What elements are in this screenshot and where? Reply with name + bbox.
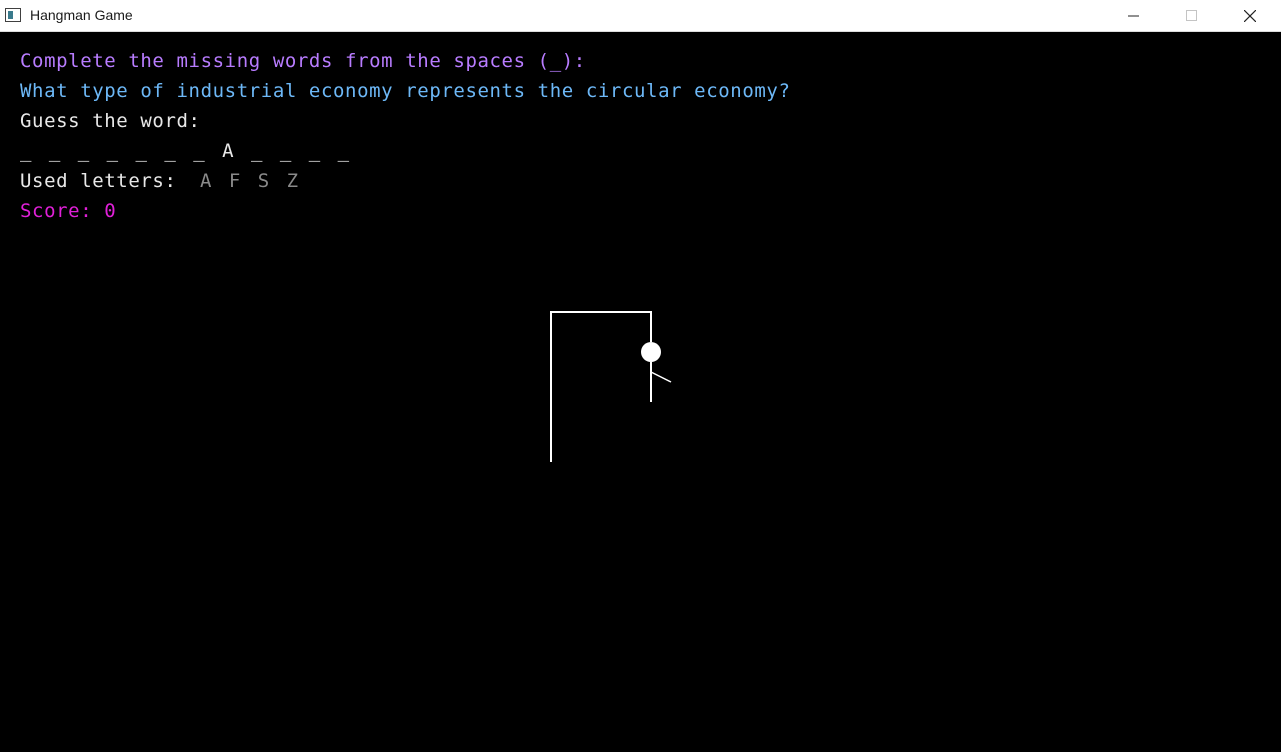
hangman-head (641, 342, 661, 362)
maximize-icon (1186, 10, 1197, 21)
minimize-button[interactable] (1105, 0, 1163, 32)
game-canvas[interactable]: Complete the missing words from the spac… (0, 32, 1281, 752)
window-title: Hangman Game (30, 7, 133, 23)
hangman-drawing (550, 311, 672, 462)
hangman-arm (650, 371, 672, 383)
close-icon (1244, 10, 1256, 22)
minimize-icon (1128, 15, 1139, 17)
close-button[interactable] (1221, 0, 1279, 32)
app-window-icon (5, 8, 21, 22)
title-bar: Hangman Game (0, 0, 1281, 32)
maximize-button[interactable] (1163, 0, 1221, 32)
